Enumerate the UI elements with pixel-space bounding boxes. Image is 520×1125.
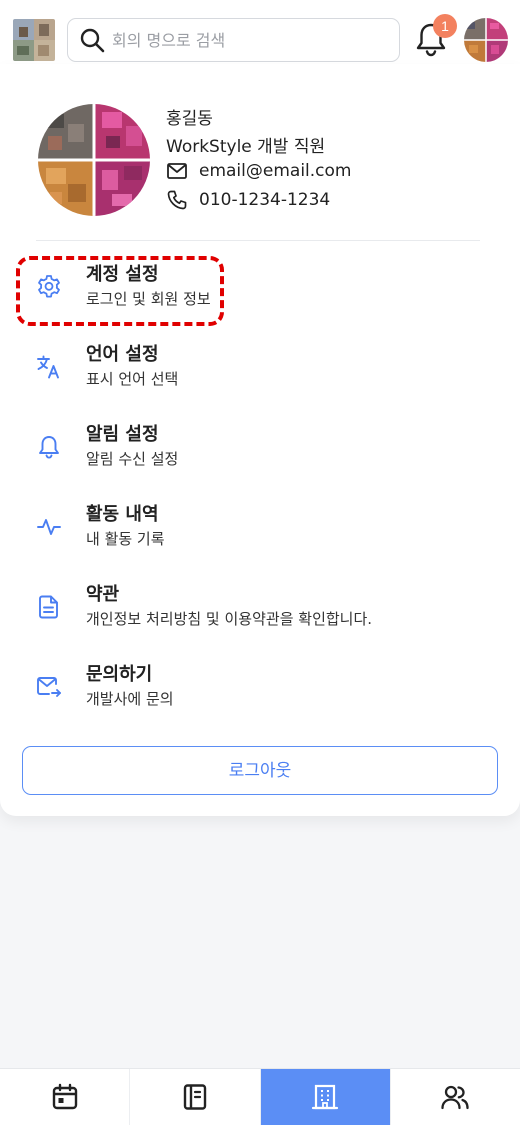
avatar[interactable] — [464, 18, 508, 62]
search-icon — [80, 28, 105, 53]
menu-item-activity-history[interactable]: 활동 내역 내 활동 기록 — [20, 492, 500, 562]
menu-item-subtitle: 알림 수신 설정 — [86, 450, 179, 468]
activity-icon — [37, 519, 61, 535]
gear-icon — [38, 275, 60, 298]
search-bar[interactable] — [67, 18, 400, 62]
notification-button[interactable]: 1 — [412, 14, 458, 62]
logout-button[interactable]: 로그아웃 — [22, 746, 498, 795]
menu-item-language-settings[interactable]: 언어 설정 표시 언어 선택 — [20, 332, 500, 402]
notebook-icon — [183, 1084, 207, 1110]
menu-item-title: 언어 설정 — [86, 344, 159, 365]
document-icon — [39, 595, 58, 619]
bell-icon — [39, 436, 59, 459]
profile-role: WorkStyle 개발 직원 — [166, 137, 326, 157]
profile-email: email@email.com — [199, 161, 352, 181]
profile-menu-panel: 홍길동 WorkStyle 개발 직원 email@email.com 010-… — [0, 64, 520, 816]
app-logo-image[interactable] — [13, 19, 55, 61]
profile-name: 홍길동 — [166, 109, 213, 129]
menu-item-title: 활동 내역 — [86, 504, 159, 525]
profile-avatar — [38, 104, 150, 216]
menu-item-terms[interactable]: 약관 개인정보 처리방침 및 이용약관을 확인합니다. — [20, 572, 500, 642]
menu-item-subtitle: 개인정보 처리방침 및 이용약관을 확인합니다. — [86, 610, 373, 628]
nav-item-people[interactable] — [391, 1069, 520, 1125]
phone-row: 010-1234-1234 — [166, 188, 330, 212]
profile-phone: 010-1234-1234 — [199, 190, 331, 210]
menu-item-contact[interactable]: 문의하기 개발사에 문의 — [20, 652, 500, 722]
email-row: email@email.com — [166, 159, 351, 183]
bottom-navigation — [0, 1068, 520, 1125]
menu-item-subtitle: 로그인 및 회원 정보 — [86, 290, 211, 308]
calendar-icon — [52, 1083, 77, 1110]
menu-item-title: 문의하기 — [86, 664, 153, 685]
menu-item-subtitle: 표시 언어 선택 — [86, 370, 179, 388]
menu-item-title: 약관 — [86, 584, 120, 605]
menu-item-title: 알림 설정 — [86, 424, 159, 445]
nav-item-notebook[interactable] — [130, 1069, 261, 1125]
divider — [36, 240, 480, 241]
mail-send-icon — [37, 677, 61, 697]
nav-item-building[interactable] — [260, 1069, 391, 1125]
menu-item-account-settings[interactable]: 계정 설정 로그인 및 회원 정보 — [20, 252, 500, 322]
menu-item-subtitle: 내 활동 기록 — [86, 530, 165, 548]
translate-icon — [37, 355, 59, 379]
phone-icon — [167, 190, 187, 210]
menu-item-subtitle: 개발사에 문의 — [86, 690, 174, 708]
menu-item-title: 계정 설정 — [86, 264, 159, 285]
search-input[interactable] — [112, 30, 382, 50]
menu-item-notification-settings[interactable]: 알림 설정 알림 수신 설정 — [20, 412, 500, 482]
mail-icon — [167, 163, 187, 179]
notification-badge: 1 — [433, 14, 457, 38]
nav-item-calendar[interactable] — [0, 1069, 131, 1125]
building-icon — [312, 1084, 339, 1110]
people-icon — [441, 1085, 470, 1110]
